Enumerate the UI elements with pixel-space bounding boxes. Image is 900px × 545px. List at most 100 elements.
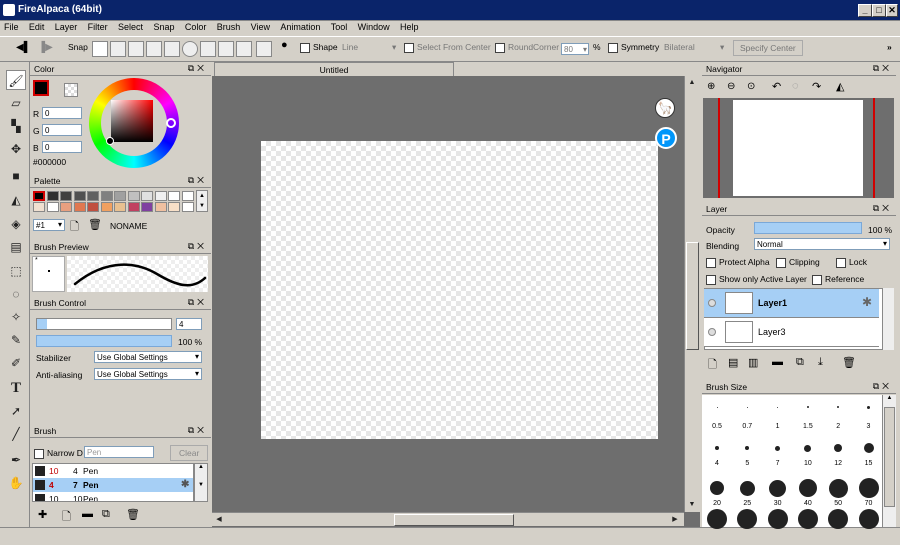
palette-swatch[interactable] bbox=[73, 202, 86, 212]
brush-size-dot[interactable] bbox=[798, 479, 817, 497]
palette-swatch[interactable] bbox=[114, 191, 126, 201]
bucket-tool-icon[interactable]: ◈ bbox=[6, 214, 26, 234]
brush-opacity-slider[interactable] bbox=[36, 335, 172, 347]
layer-folder-icon[interactable]: ▬ bbox=[772, 356, 783, 368]
palette-selector[interactable]: #1 bbox=[33, 219, 65, 231]
snap-settings-icon[interactable] bbox=[256, 41, 272, 57]
magic-wand-tool-icon[interactable]: ✧ bbox=[6, 307, 26, 327]
pixiv-icon[interactable]: P bbox=[655, 127, 677, 149]
brush-size-dot[interactable] bbox=[716, 406, 718, 408]
menu-filter[interactable]: Filter bbox=[84, 21, 112, 33]
canvas-vertical-scrollbar[interactable]: ▲ ▼ bbox=[684, 76, 700, 512]
panel-float-close-icon[interactable]: ⧉✕ bbox=[188, 241, 207, 252]
brush-size-dot[interactable] bbox=[715, 446, 719, 450]
transparent-color-swatch[interactable] bbox=[64, 83, 78, 97]
brush-size-dot[interactable] bbox=[746, 406, 748, 408]
fill-rect-tool-icon[interactable]: ■ bbox=[6, 166, 26, 186]
palette-swatch[interactable] bbox=[141, 191, 153, 201]
menu-view[interactable]: View bbox=[247, 21, 274, 33]
layer-visibility-icon[interactable] bbox=[708, 328, 716, 336]
snap-dot-icon[interactable]: ● bbox=[281, 39, 288, 51]
palette-swatch[interactable] bbox=[181, 191, 194, 201]
menu-layer[interactable]: Layer bbox=[51, 21, 82, 33]
brush-size-dot[interactable] bbox=[804, 444, 812, 452]
panel-float-close-icon[interactable]: ⧉✕ bbox=[188, 425, 207, 436]
brush-list-item[interactable]: 10 10 Pen bbox=[33, 492, 193, 501]
brush-size-dot[interactable] bbox=[797, 509, 818, 529]
alpaca-mascot-icon[interactable]: 🦙 bbox=[655, 98, 675, 118]
brush-size-input[interactable]: 4 bbox=[176, 318, 202, 330]
palette-swatch[interactable] bbox=[168, 202, 180, 212]
menu-file[interactable]: File bbox=[0, 21, 23, 33]
palette-swatch[interactable] bbox=[46, 202, 59, 212]
brush-size-dot[interactable] bbox=[806, 406, 809, 408]
primary-color-swatch[interactable] bbox=[33, 80, 49, 96]
next-frame-icon[interactable]: ▐▶ bbox=[38, 42, 53, 53]
r-input[interactable]: 0 bbox=[42, 107, 82, 119]
narrow-down-checkbox[interactable]: Narrow D bbox=[34, 448, 83, 459]
symmetry-select[interactable]: Bilateral ▾ bbox=[664, 42, 726, 52]
snap-parallel-icon[interactable] bbox=[110, 41, 126, 57]
brush-size-dot[interactable] bbox=[858, 509, 879, 529]
palette-swatch[interactable] bbox=[87, 191, 99, 201]
duplicate-brush-icon[interactable]: ⧉ bbox=[102, 508, 110, 521]
palette-swatch[interactable] bbox=[100, 202, 113, 212]
menu-color[interactable]: Color bbox=[181, 21, 211, 33]
hue-cursor[interactable] bbox=[166, 118, 176, 128]
lock-checkbox[interactable]: Lock bbox=[836, 257, 867, 268]
brush-folder-icon[interactable]: ▬ bbox=[82, 508, 93, 520]
layer-opacity-slider[interactable] bbox=[754, 222, 862, 234]
panel-float-close-icon[interactable]: ⧉✕ bbox=[188, 175, 207, 186]
palette-swatch[interactable] bbox=[114, 202, 126, 212]
clear-button[interactable]: Clear bbox=[170, 445, 209, 461]
prev-frame-icon[interactable]: ◀▌ bbox=[16, 42, 31, 53]
layer-settings-icon[interactable]: ✱ bbox=[862, 295, 872, 309]
palette-swatch[interactable] bbox=[127, 191, 140, 201]
minimize-button[interactable]: _ bbox=[858, 4, 872, 17]
eyedropper-tool-icon[interactable]: ✒ bbox=[6, 450, 26, 470]
brush-size-scrollbar[interactable]: ▲ bbox=[882, 395, 896, 527]
new-brush-file-icon[interactable]: 🗋 bbox=[62, 508, 71, 527]
new-palette-icon[interactable]: 🗋 bbox=[70, 218, 79, 237]
shape-select[interactable]: Line ▾ bbox=[342, 42, 400, 52]
menu-brush[interactable]: Brush bbox=[213, 21, 245, 33]
symmetry-checkbox[interactable]: Symmetry bbox=[608, 42, 659, 53]
hue-ring[interactable] bbox=[89, 78, 179, 168]
palette-swatch[interactable] bbox=[141, 202, 153, 212]
duplicate-layer-icon[interactable]: ⧉ bbox=[796, 356, 804, 369]
reference-checkbox[interactable]: Reference bbox=[812, 274, 864, 285]
palette-swatch[interactable] bbox=[100, 191, 113, 201]
select-eraser-tool-icon[interactable]: ✐ bbox=[6, 353, 26, 373]
palette-swatch[interactable] bbox=[33, 191, 45, 201]
menu-snap[interactable]: Snap bbox=[149, 21, 178, 33]
clipping-checkbox[interactable]: Clipping bbox=[776, 257, 820, 268]
b-input[interactable]: 0 bbox=[42, 141, 82, 153]
menu-animation[interactable]: Animation bbox=[276, 21, 324, 33]
flip-horizontal-icon[interactable]: ◭ bbox=[836, 80, 844, 93]
layer-row-selected[interactable]: Layer1 ✱ bbox=[704, 289, 879, 318]
delete-layer-icon[interactable]: 🗑 bbox=[842, 356, 856, 369]
palette-scroll[interactable]: ▲ ▼ bbox=[196, 190, 208, 212]
hand-tool-icon[interactable]: ✋ bbox=[6, 473, 26, 493]
gradient-tool-icon[interactable]: ▤ bbox=[6, 237, 26, 257]
delete-palette-icon[interactable]: 🗑 bbox=[88, 218, 102, 231]
zoom-in-icon[interactable]: ⊕ bbox=[707, 81, 715, 92]
palette-swatch[interactable] bbox=[181, 202, 194, 212]
new-8bit-layer-icon[interactable]: ▤ bbox=[728, 356, 738, 369]
protect-alpha-checkbox[interactable]: Protect Alpha bbox=[706, 257, 770, 268]
add-brush-icon[interactable]: ✚ bbox=[38, 508, 47, 521]
new-1bit-layer-icon[interactable]: ▥ bbox=[748, 356, 758, 369]
shape-checkbox[interactable]: Shape bbox=[300, 42, 338, 53]
toolbar-overflow-icon[interactable]: » bbox=[887, 42, 892, 52]
snap-3d-icon[interactable] bbox=[236, 41, 252, 57]
brush-size-dot[interactable] bbox=[707, 509, 727, 529]
text-tool-icon[interactable]: T bbox=[6, 378, 26, 398]
merge-down-icon[interactable]: ⤓ bbox=[818, 356, 823, 369]
brush-size-dot[interactable] bbox=[828, 478, 848, 498]
brush-search-input[interactable]: Pen bbox=[84, 446, 154, 458]
palette-swatch[interactable] bbox=[73, 191, 86, 201]
snap-grid-icon[interactable] bbox=[146, 41, 162, 57]
brush-list-scrollbar[interactable]: ▲ ▼ bbox=[194, 463, 208, 502]
maximize-button[interactable]: □ bbox=[872, 4, 886, 17]
antialias-select[interactable]: Use Global Settings bbox=[94, 368, 202, 380]
